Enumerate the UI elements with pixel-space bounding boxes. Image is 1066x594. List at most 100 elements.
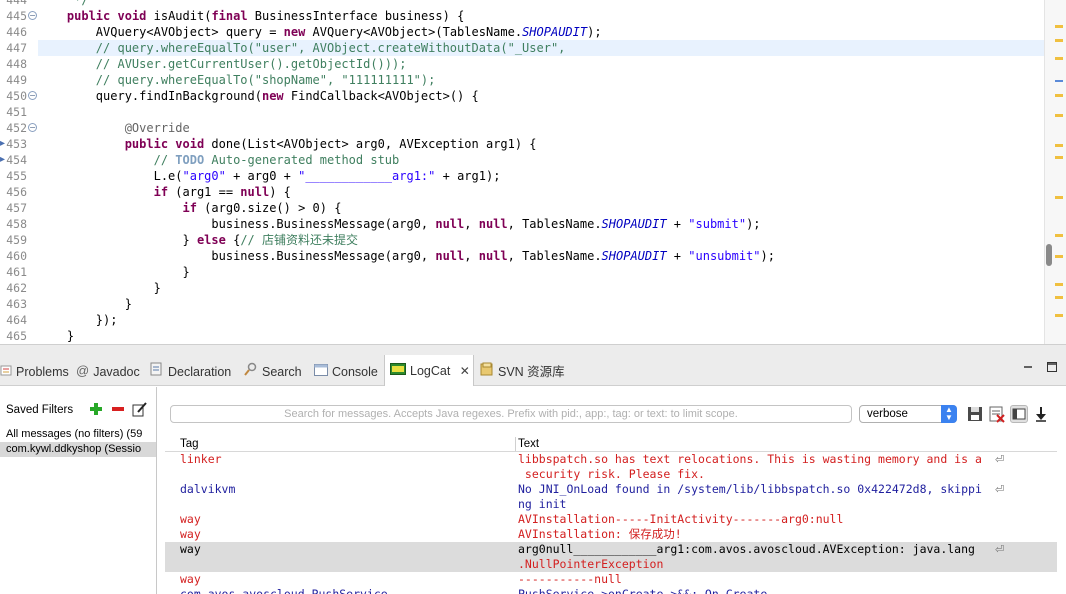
overview-marker[interactable] (1055, 156, 1063, 159)
tab-label: LogCat (410, 364, 451, 378)
tab-label: Console (332, 365, 378, 379)
code-token: done(List<AVObject> arg0, AVException ar… (204, 137, 537, 151)
code-text: } else {// 店铺资料还未提交 (38, 232, 358, 248)
overview-marker[interactable] (1055, 144, 1063, 147)
code-line[interactable]: 457 if (arg0.size() > 0) { (0, 200, 1044, 216)
overview-marker[interactable] (1055, 25, 1063, 28)
close-icon[interactable]: ✕ (460, 364, 470, 378)
code-line[interactable]: 454 // TODO Auto-generated method stub (0, 152, 1044, 168)
editor-scrollbar-thumb[interactable] (1046, 244, 1052, 266)
tab-logcat[interactable]: LogCat ✕ (384, 355, 474, 386)
code-editor[interactable]: 444 */445− public void isAudit(final Bus… (0, 0, 1066, 344)
log-row[interactable]: way AVInstallation: 保存成功! (165, 527, 1057, 542)
log-tag: linker (180, 452, 222, 466)
overview-marker[interactable] (1055, 234, 1063, 237)
code-line[interactable]: 463 } (0, 296, 1044, 312)
fold-toggle-icon[interactable]: − (28, 91, 37, 100)
code-line[interactable]: 455 L.e("arg0" + arg0 + "____________arg… (0, 168, 1044, 184)
maximize-icon[interactable] (1046, 360, 1058, 372)
overview-marker[interactable] (1055, 283, 1063, 286)
clear-log-icon[interactable] (988, 405, 1006, 423)
overview-marker[interactable] (1055, 255, 1063, 258)
code-text: } (38, 264, 189, 280)
code-token: if (182, 201, 197, 215)
edit-filter-icon[interactable] (132, 401, 148, 417)
search-placeholder: Search for messages. Accepts Java regexe… (284, 408, 738, 420)
log-row[interactable]: com.avos.avoscloud.PushService PushServic… (165, 587, 1057, 594)
log-level-select[interactable]: verbose ▲ ▼ (859, 405, 957, 423)
code-line[interactable]: 451 (0, 104, 1044, 120)
overview-marker[interactable] (1055, 57, 1063, 60)
code-line[interactable]: 448 // AVUser.getCurrentUser().getObject… (0, 56, 1044, 72)
overview-marker[interactable] (1055, 114, 1063, 117)
code-line[interactable]: 452− @Override (0, 120, 1044, 136)
fold-toggle-icon[interactable]: − (28, 11, 37, 20)
code-line[interactable]: 465 } (0, 328, 1044, 344)
tab-problems[interactable]: Problems (0, 356, 69, 386)
code-line[interactable]: 449 // query.whereEqualTo("shopName", "1… (0, 72, 1044, 88)
scroll-lock-icon[interactable] (1032, 405, 1050, 423)
save-icon[interactable] (966, 405, 984, 423)
view-tab-bar: Problems @ Javadoc Declaration Search Con… (0, 355, 1066, 386)
log-row[interactable]: dalvikvm No JNI_OnLoad found in /system/l… (165, 482, 1057, 512)
code-token: // AVUser.getCurrentUser().getObjectId()… (38, 57, 407, 71)
code-line[interactable]: 444 */ (0, 0, 1044, 8)
log-row[interactable]: linker libbspatch.so has text relocations… (165, 452, 1057, 482)
remove-filter-icon[interactable] (110, 401, 126, 417)
logcat-icon (390, 355, 406, 387)
column-header-tag[interactable]: Tag (180, 438, 199, 450)
overview-marker[interactable] (1055, 296, 1063, 299)
code-token: Auto-generated method stub (204, 153, 400, 167)
minimize-icon[interactable] (1022, 360, 1034, 372)
code-line[interactable]: 462 } (0, 280, 1044, 296)
tab-declaration[interactable]: Declaration (150, 356, 231, 386)
log-search-input[interactable]: Search for messages. Accepts Java regexe… (170, 405, 852, 423)
tab-console[interactable]: Console (314, 356, 378, 386)
line-number: 446 (6, 25, 27, 39)
overview-marker[interactable] (1055, 314, 1063, 317)
overview-ruler[interactable] (1044, 0, 1066, 344)
code-token: } (38, 281, 161, 295)
overview-marker[interactable] (1055, 94, 1063, 97)
log-row[interactable]: way AVInstallation-----InitActivity------… (165, 512, 1057, 527)
overview-marker[interactable] (1055, 39, 1063, 42)
code-line[interactable]: 447 // query.whereEqualTo("user", AVObje… (0, 40, 1044, 56)
code-line[interactable]: 456 if (arg1 == null) { (0, 184, 1044, 200)
code-text: // query.whereEqualTo("user", AVObject.c… (38, 40, 566, 56)
code-token: new (283, 25, 306, 39)
saved-filter-item[interactable]: All messages (no filters) (59 (0, 427, 156, 442)
saved-filter-item[interactable]: com.kywl.ddkyshop (Sessio (0, 442, 156, 457)
tab-svn[interactable]: SVN 资源库 (480, 356, 565, 386)
line-number: 445 (6, 9, 27, 23)
code-line[interactable]: 460 business.BusinessMessage(arg0, null,… (0, 248, 1044, 264)
panel-sash[interactable] (0, 344, 1066, 356)
code-text: if (arg0.size() > 0) { (38, 200, 342, 216)
line-number: 444 (6, 0, 27, 7)
log-row[interactable]: way arg0null____________arg1:com.avos.avo… (165, 542, 1057, 572)
line-number: 464 (6, 313, 27, 327)
overview-marker[interactable] (1055, 80, 1063, 82)
column-header-text[interactable]: Text (518, 438, 539, 450)
code-text: public void isAudit(final BusinessInterf… (38, 8, 464, 24)
code-line[interactable]: 446 AVQuery<AVObject> query = new AVQuer… (0, 24, 1044, 40)
tab-javadoc[interactable]: @ Javadoc (76, 356, 140, 386)
log-table[interactable]: Tag Text linker libbspatch.so has text re… (165, 435, 1057, 594)
add-filter-icon[interactable] (88, 401, 104, 417)
log-row[interactable]: way -----------null (165, 572, 1057, 587)
log-text: AVInstallation-----InitActivity-------ar… (518, 512, 844, 526)
code-line[interactable]: 450− query.findInBackground(new FindCall… (0, 88, 1044, 104)
code-line[interactable]: 459 } else {// 店铺资料还未提交 (0, 232, 1044, 248)
overview-marker[interactable] (1055, 196, 1063, 199)
line-number: 455 (6, 169, 27, 183)
code-line[interactable]: 461 } (0, 264, 1044, 280)
column-separator[interactable] (515, 437, 516, 451)
code-line[interactable]: 445− public void isAudit(final BusinessI… (0, 8, 1044, 24)
code-line[interactable]: 464 }); (0, 312, 1044, 328)
code-line[interactable]: 453 public void done(List<AVObject> arg0… (0, 136, 1044, 152)
code-token: + arg1); (435, 169, 501, 183)
tab-search[interactable]: Search (244, 356, 302, 386)
toggle-filters-icon[interactable] (1010, 405, 1028, 423)
code-token: if (153, 185, 169, 199)
code-line[interactable]: 458 business.BusinessMessage(arg0, null,… (0, 216, 1044, 232)
fold-toggle-icon[interactable]: − (28, 123, 37, 132)
